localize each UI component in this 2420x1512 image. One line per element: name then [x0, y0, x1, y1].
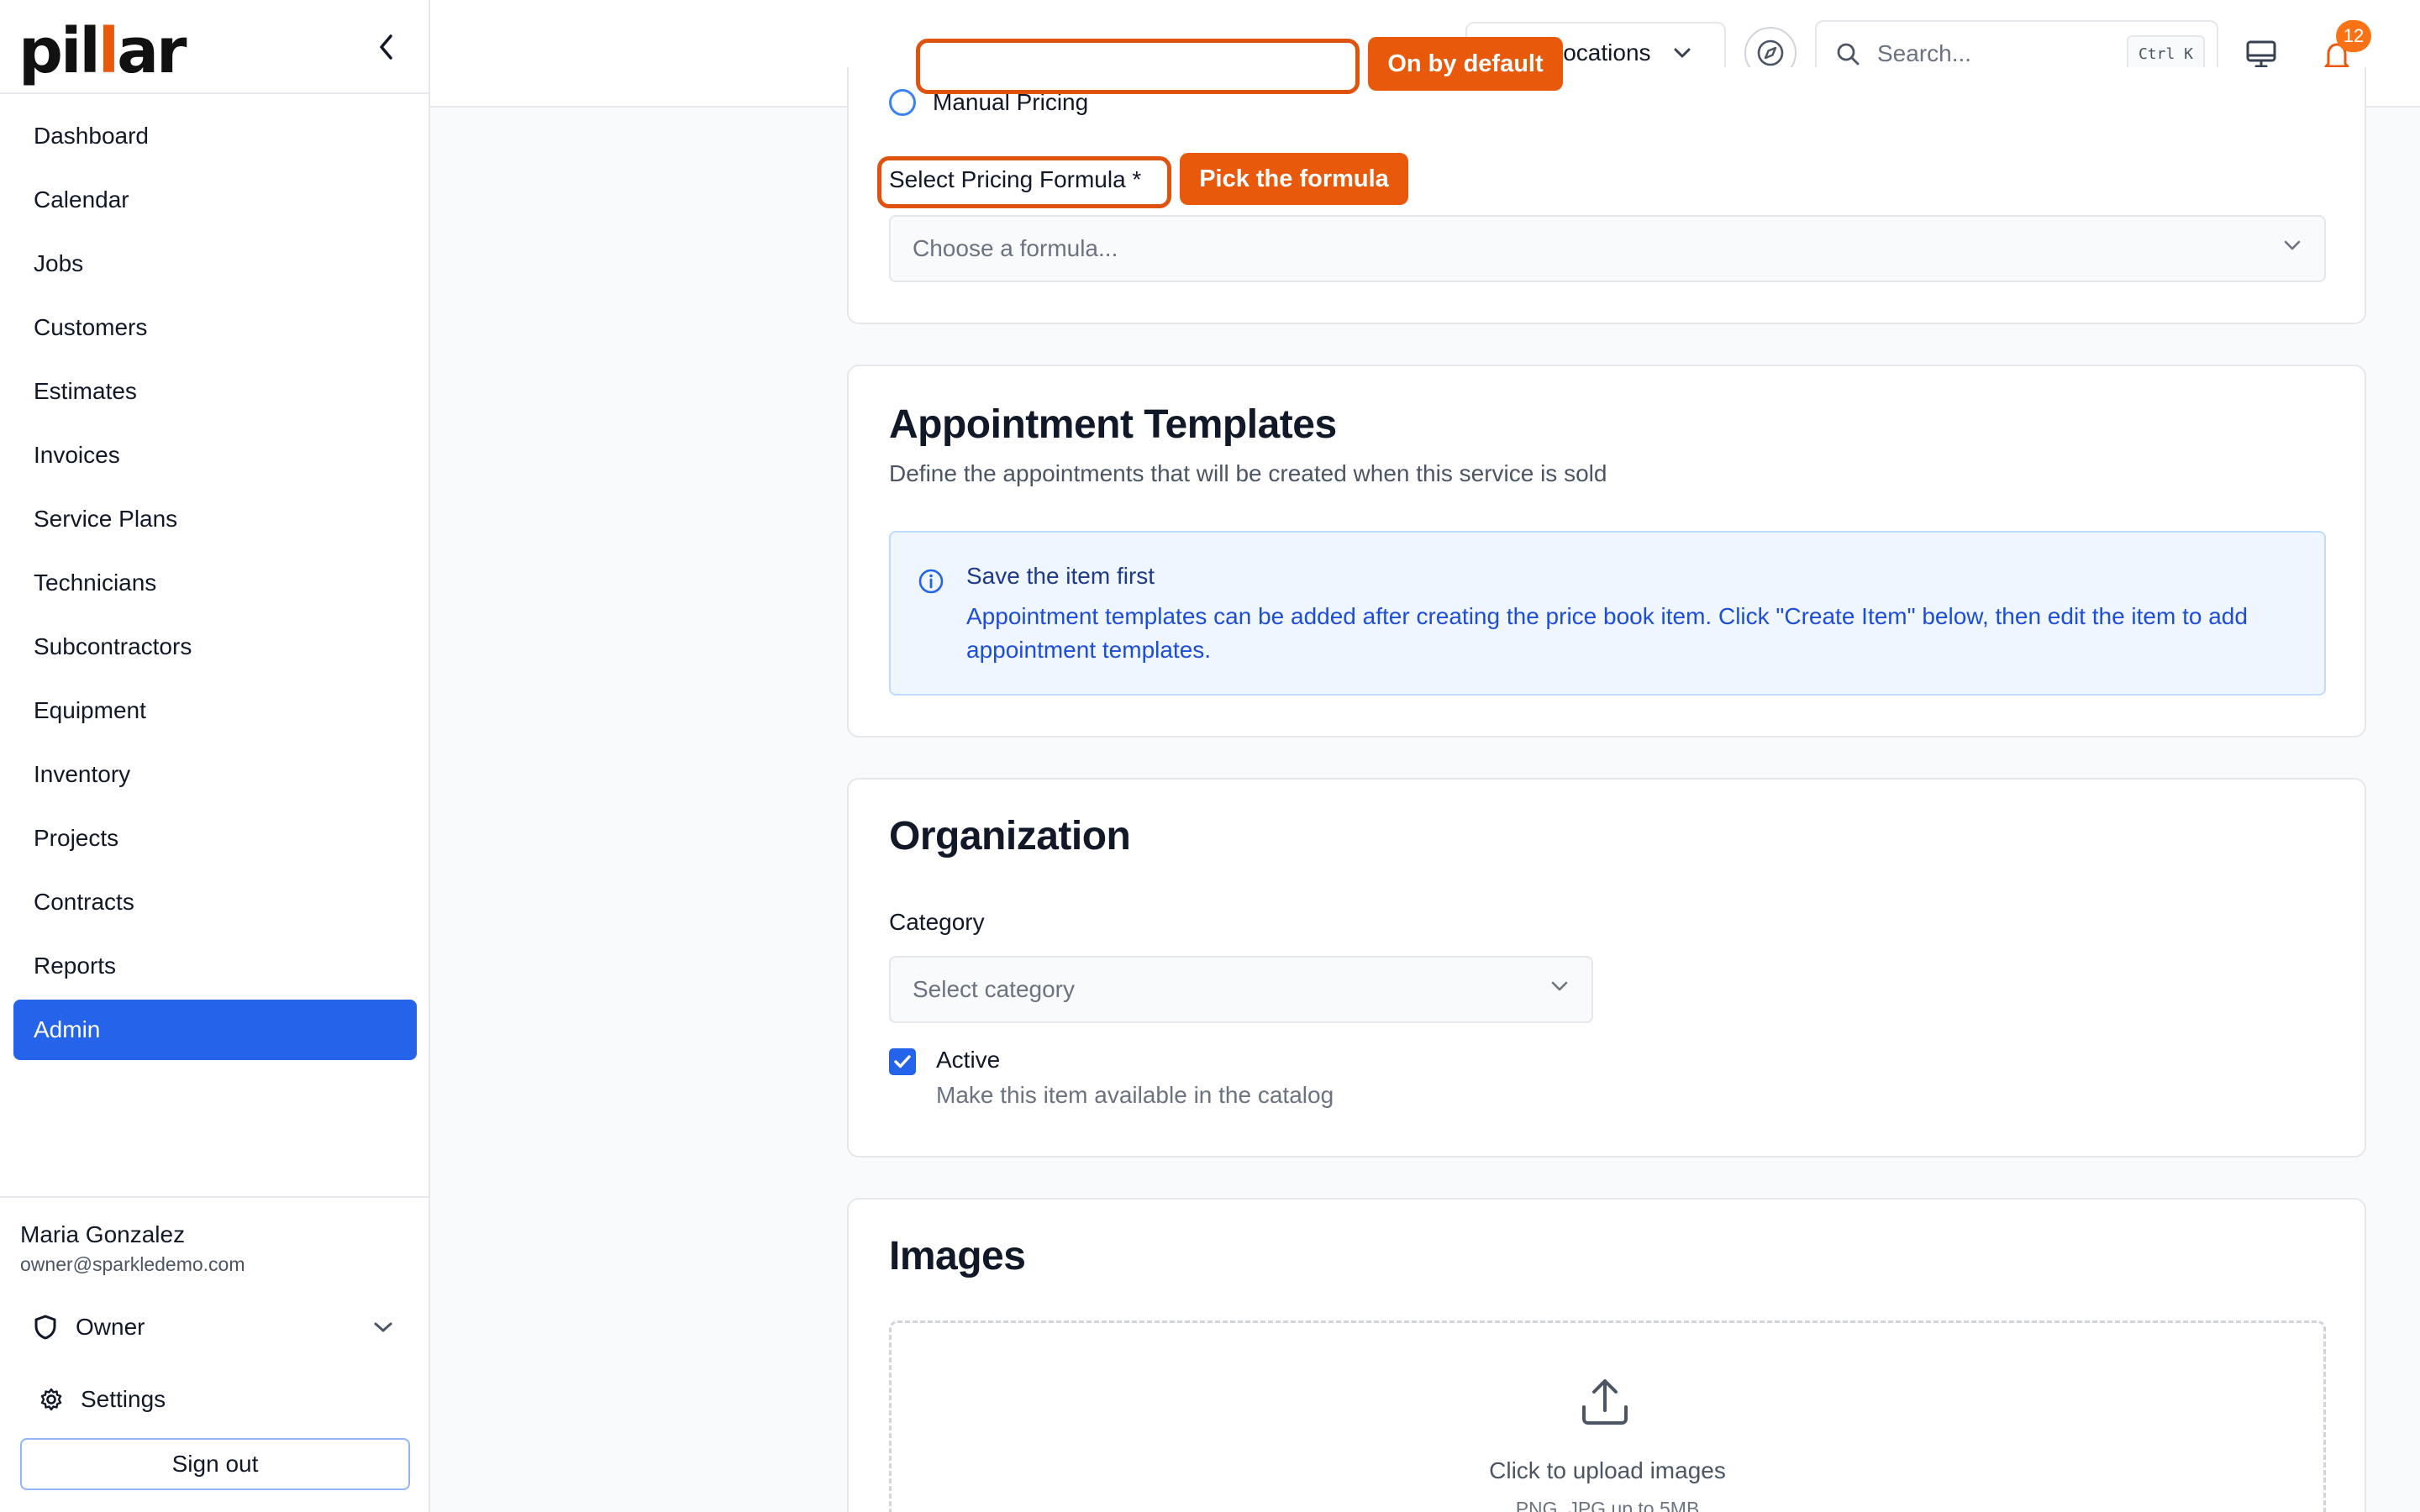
user-name: Maria Gonzalez: [20, 1221, 186, 1247]
locations-label: locations: [1558, 39, 1651, 66]
organization-card: Organization Category Select category Ac…: [847, 778, 2366, 1158]
brand-text-accent: l: [97, 15, 119, 87]
organization-title: Organization: [889, 814, 1131, 858]
sidebar-item-admin[interactable]: Admin: [13, 1000, 417, 1060]
sidebar-item-technicians[interactable]: Technicians: [13, 553, 417, 613]
collapse-sidebar-button[interactable]: [366, 30, 407, 64]
sidebar-item-projects[interactable]: Projects: [13, 808, 417, 869]
category-select[interactable]: Select category: [889, 956, 1593, 1023]
notice-title: Save the item first: [966, 563, 1155, 589]
brand-logo[interactable]: pillar: [18, 15, 187, 87]
upload-format-hint: PNG, JPG up to 5MB: [1515, 1498, 1700, 1512]
chevron-left-icon: [380, 34, 392, 60]
highlight-box-formula: [877, 156, 1171, 208]
brand-text-prefix: pil: [18, 15, 101, 87]
notification-count-badge: 12: [2336, 20, 2371, 52]
category-placeholder: Select category: [913, 976, 1075, 1002]
settings-link[interactable]: Settings: [39, 1381, 166, 1418]
chevron-down-icon: [374, 1322, 392, 1332]
pricing-formula-select[interactable]: Choose a formula...: [889, 215, 2326, 282]
images-card: Images Click to upload images PNG, JPG u…: [847, 1198, 2366, 1512]
active-checkbox[interactable]: [889, 1048, 916, 1075]
sidebar-divider: [0, 1196, 429, 1198]
brand-text-suffix: ar: [117, 15, 187, 87]
images-title: Images: [889, 1234, 1026, 1278]
sidebar-item-dashboard[interactable]: Dashboard: [13, 106, 417, 166]
sidebar-item-jobs[interactable]: Jobs: [13, 234, 417, 294]
sidebar-item-reports[interactable]: Reports: [13, 936, 417, 996]
role-label: Owner: [76, 1314, 145, 1340]
sidebar-divider: [0, 92, 429, 94]
sidebar-nav: Dashboard Calendar Jobs Customers Estima…: [13, 106, 417, 1063]
shield-icon: [34, 1315, 56, 1340]
search-input[interactable]: [1877, 40, 2104, 67]
sidebar-item-subcontractors[interactable]: Subcontractors: [13, 617, 417, 677]
gear-icon: [40, 1388, 62, 1411]
appointment-templates-card: Appointment Templates Define the appoint…: [847, 365, 2366, 738]
chevron-down-icon: [2284, 240, 2301, 250]
save-first-notice: Save the item first Appointment template…: [889, 531, 2326, 696]
callout-on-by-default: On by default: [1368, 37, 1563, 91]
pricing-formula-placeholder: Choose a formula...: [913, 235, 1118, 261]
appointment-templates-subtitle: Define the appointments that will be cre…: [889, 460, 1607, 486]
sidebar-item-estimates[interactable]: Estimates: [13, 361, 417, 422]
category-label: Category: [889, 909, 985, 935]
sidebar-item-customers[interactable]: Customers: [13, 297, 417, 358]
upload-instruction: Click to upload images: [1489, 1457, 1726, 1483]
info-icon: [918, 569, 944, 594]
chevron-down-icon: [1551, 981, 1568, 991]
callout-pick-formula: Pick the formula: [1180, 153, 1408, 205]
radio-button[interactable]: [889, 89, 916, 116]
checkmark-icon: [894, 1055, 911, 1068]
user-email: owner@sparkledemo.com: [20, 1253, 245, 1275]
role-selector[interactable]: Owner: [34, 1307, 393, 1347]
compass-icon: [1757, 39, 1784, 66]
sidebar-item-equipment[interactable]: Equipment: [13, 680, 417, 741]
monitor-icon: [2246, 40, 2276, 68]
notice-body: Appointment templates can be added after…: [966, 603, 2248, 663]
active-description: Make this item available in the catalog: [936, 1082, 1334, 1108]
sidebar-item-inventory[interactable]: Inventory: [13, 744, 417, 805]
sidebar-item-service-plans[interactable]: Service Plans: [13, 489, 417, 549]
search-icon: [1837, 43, 1860, 66]
active-label: Active: [936, 1047, 1001, 1073]
sidebar-item-contracts[interactable]: Contracts: [13, 872, 417, 932]
sidebar-item-invoices[interactable]: Invoices: [13, 425, 417, 486]
highlight-box-default: [916, 39, 1360, 94]
upload-icon: [1582, 1379, 1628, 1425]
sidebar-item-calendar[interactable]: Calendar: [13, 170, 417, 230]
image-upload-dropzone[interactable]: Click to upload images PNG, JPG up to 5M…: [889, 1320, 2326, 1512]
sign-out-button[interactable]: Sign out: [20, 1438, 410, 1490]
chevron-down-icon: [1674, 48, 1691, 58]
sidebar: pillar Dashboard Calendar Jobs Customers…: [0, 0, 430, 1512]
appointment-templates-title: Appointment Templates: [889, 402, 1337, 447]
settings-label: Settings: [81, 1386, 166, 1412]
